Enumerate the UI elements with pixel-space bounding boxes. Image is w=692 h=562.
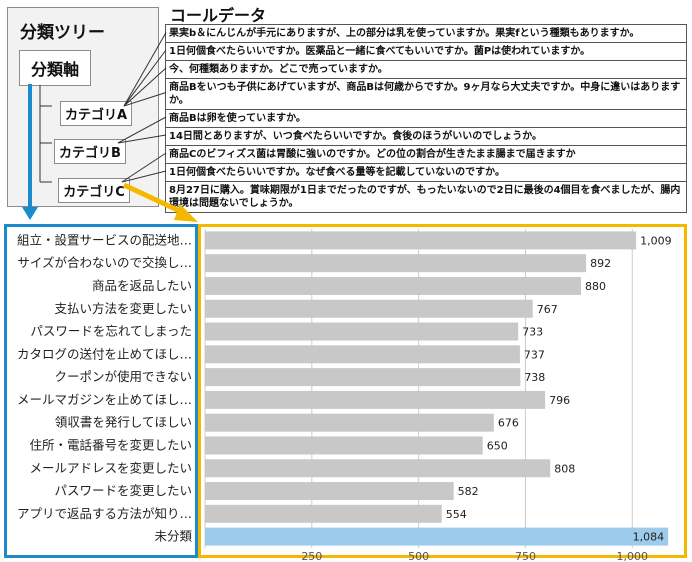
yellow-arrow-head [174, 204, 198, 222]
mapping-connector [123, 49, 167, 107]
connector-overlay [22, 32, 198, 222]
mapping-connector [121, 152, 167, 183]
mapping-connector [121, 170, 167, 183]
yellow-arrow-shaft [122, 182, 188, 217]
mapping-connector [123, 67, 167, 107]
blue-arrow-head [22, 207, 38, 220]
